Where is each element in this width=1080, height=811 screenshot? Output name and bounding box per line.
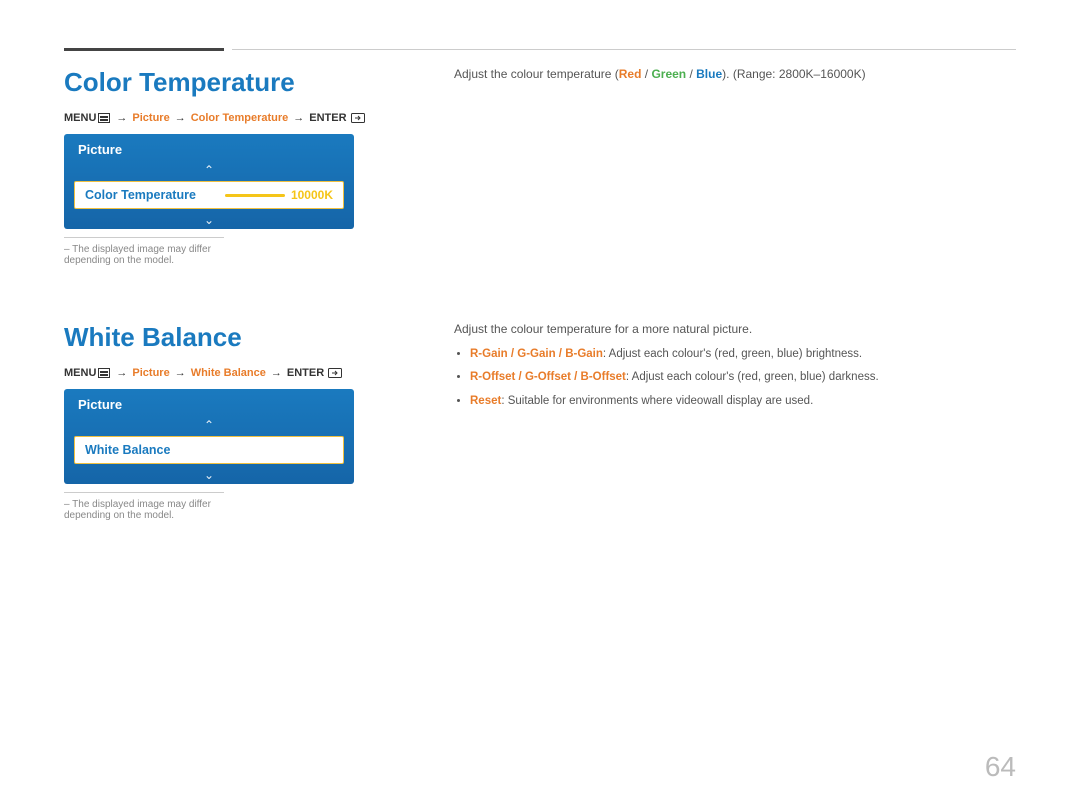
tv-menu-chevron-down-wb: ⌄: [64, 466, 354, 484]
enter-icon-wb: [328, 368, 342, 378]
arrow3: →: [293, 112, 304, 124]
color-temperature-desc: Adjust the colour temperature (Red / Gre…: [454, 67, 1016, 81]
menu-icon: [98, 113, 110, 123]
white-balance-desc: Adjust the colour temperature for a more…: [454, 322, 1016, 336]
menu-item1: Picture: [132, 112, 169, 124]
tv-menu-chevron-down-ct: ⌄: [64, 211, 354, 229]
color-temperature-left: Color Temperature MENU → Picture → Color…: [64, 67, 444, 266]
bullet-offset-term: R-Offset / G-Offset / B-Offset: [470, 371, 626, 383]
menu-icon-wb: [98, 368, 110, 378]
white-balance-disclaimer: The displayed image may differ depending…: [64, 492, 224, 521]
bullet-offset: R-Offset / G-Offset / B-Offset: Adjust e…: [470, 369, 1016, 386]
tv-menu-chevron-up-wb: ⌃: [64, 416, 354, 434]
top-rule: [64, 48, 1016, 51]
arrow2: →: [175, 112, 186, 124]
enter-icon: [351, 113, 365, 123]
menu-item2-ct: Color Temperature: [191, 112, 289, 124]
color-temperature-tv-menu: Picture ⌃ Color Temperature 10000K ⌄: [64, 134, 354, 229]
slider-track-ct: [225, 194, 285, 197]
white-balance-left: White Balance MENU → Picture → White Bal…: [64, 322, 444, 521]
arrow3-wb: →: [271, 367, 282, 379]
color-temperature-disclaimer: The displayed image may differ depending…: [64, 237, 224, 266]
color-temperature-menu-path: MENU → Picture → Color Temperature → ENT…: [64, 112, 414, 124]
color-temperature-title: Color Temperature: [64, 67, 414, 98]
tv-menu-header-wb: Picture: [64, 389, 354, 416]
bullet-gain-term: R-Gain / G-Gain / B-Gain: [470, 348, 603, 360]
bullet-reset-text: : Suitable for environments where videow…: [501, 395, 813, 407]
bullet-gain-text: : Adjust each colour's (red, green, blue…: [603, 348, 862, 360]
menu-item3: ENTER: [309, 112, 346, 124]
tv-menu-header-ct: Picture: [64, 134, 354, 161]
menu-item1-wb: Picture: [132, 367, 169, 379]
menu-item3-wb: ENTER: [287, 367, 324, 379]
tv-menu-slider-ct: 10000K: [225, 188, 333, 202]
section-gap: [64, 266, 1016, 306]
bullet-gain: R-Gain / G-Gain / B-Gain: Adjust each co…: [470, 346, 1016, 363]
color-temperature-section: Color Temperature MENU → Picture → Color…: [64, 67, 1016, 266]
tv-menu-item-label-wb: White Balance: [85, 443, 170, 457]
white-balance-menu-path: MENU → Picture → White Balance → ENTER: [64, 367, 414, 379]
tv-menu-item-label-ct: Color Temperature: [85, 188, 196, 202]
color-temperature-right: Adjust the colour temperature (Red / Gre…: [444, 67, 1016, 266]
bullet-reset-term: Reset: [470, 395, 501, 407]
arrow1-wb: →: [116, 367, 127, 379]
white-balance-right: Adjust the colour temperature for a more…: [444, 322, 1016, 521]
bullet-reset: Reset: Suitable for environments where v…: [470, 393, 1016, 410]
bullet-offset-text: : Adjust each colour's (red, green, blue…: [626, 371, 879, 383]
page-number: 64: [985, 751, 1016, 783]
ct-green: Green: [651, 67, 686, 81]
tv-menu-chevron-up-ct: ⌃: [64, 161, 354, 179]
menu-base-label: MENU: [64, 112, 96, 124]
tv-menu-item-ct[interactable]: Color Temperature 10000K: [74, 181, 344, 209]
white-balance-section: White Balance MENU → Picture → White Bal…: [64, 322, 1016, 521]
white-balance-bullets: R-Gain / G-Gain / B-Gain: Adjust each co…: [454, 346, 1016, 410]
page: Color Temperature MENU → Picture → Color…: [0, 48, 1080, 811]
white-balance-tv-menu: Picture ⌃ White Balance ⌄: [64, 389, 354, 484]
menu-item2-wb: White Balance: [191, 367, 266, 379]
rule-light: [232, 49, 1016, 50]
white-balance-title: White Balance: [64, 322, 414, 353]
ct-blue: Blue: [696, 67, 722, 81]
tv-menu-item-wb[interactable]: White Balance: [74, 436, 344, 464]
ct-red: Red: [619, 67, 642, 81]
tv-menu-item-value-ct: 10000K: [291, 188, 333, 202]
arrow2-wb: →: [175, 367, 186, 379]
menu-base-label-wb: MENU: [64, 367, 96, 379]
arrow1: →: [116, 112, 127, 124]
rule-dark: [64, 48, 224, 51]
